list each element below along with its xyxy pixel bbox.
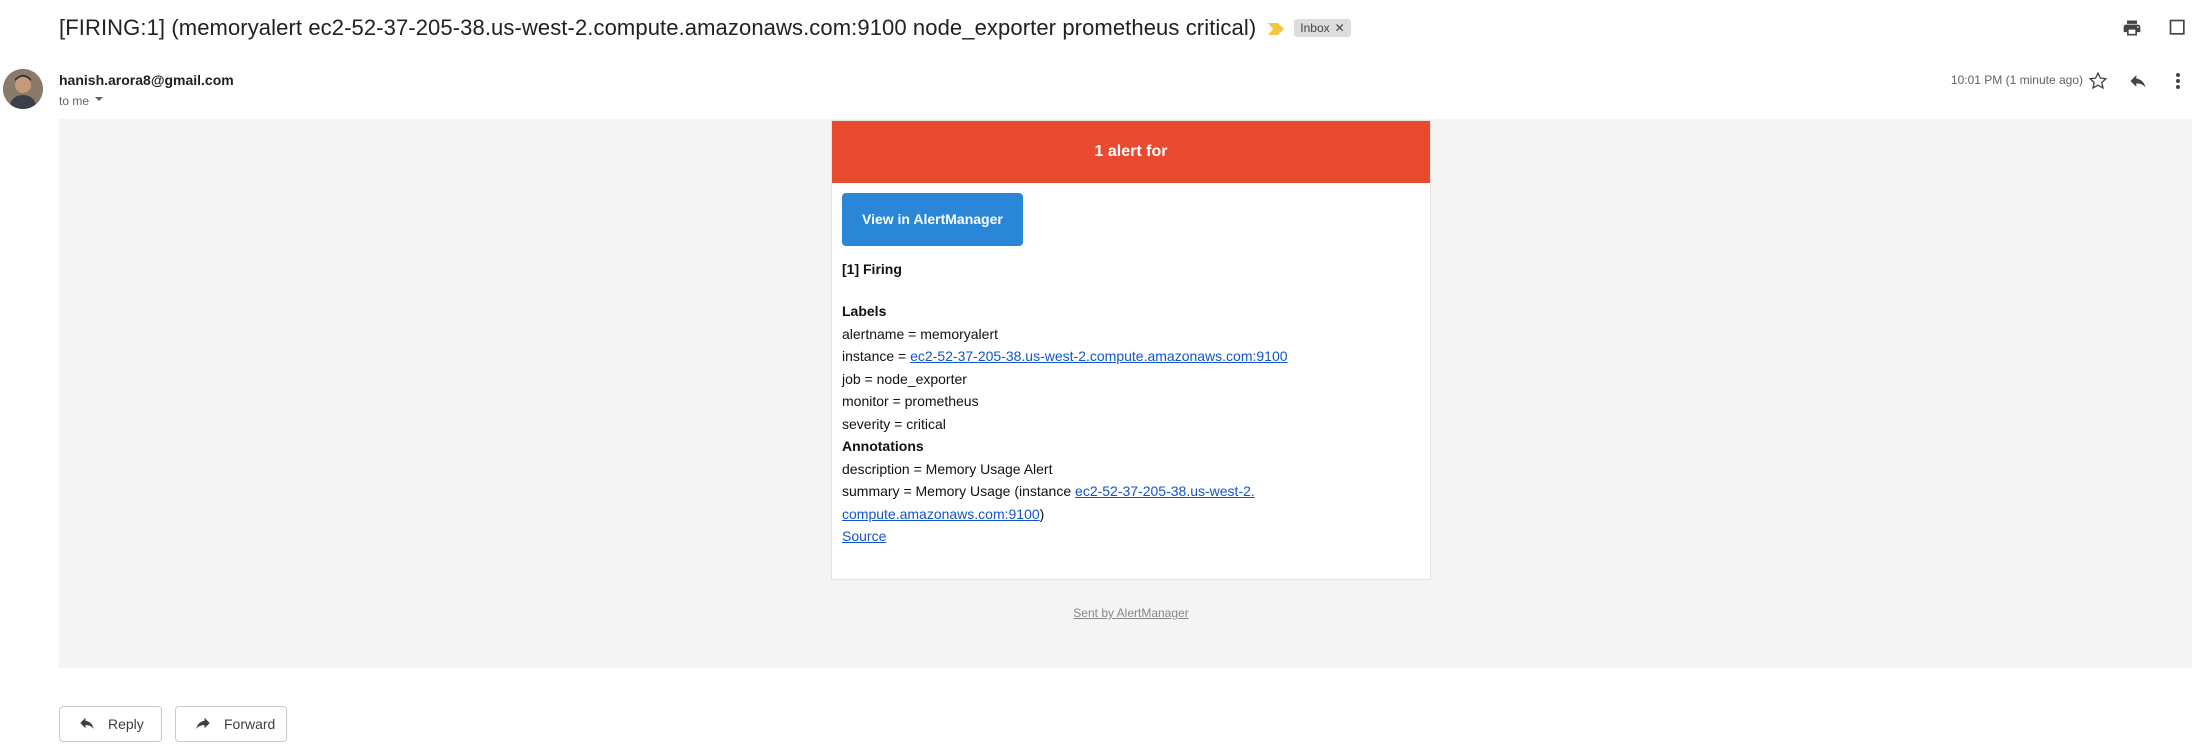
message-actions — [2084, 67, 2192, 95]
annotations-heading: Annotations — [842, 438, 924, 454]
print-icon[interactable] — [2118, 14, 2146, 42]
top-toolbar — [2118, 14, 2192, 42]
star-icon[interactable] — [2084, 67, 2112, 95]
forward-button[interactable]: Forward — [175, 706, 287, 742]
source-link[interactable]: Source — [842, 528, 886, 544]
reply-icon — [78, 714, 96, 735]
inbox-label-text: Inbox — [1300, 21, 1330, 35]
importance-marker-icon[interactable] — [1268, 22, 1285, 35]
more-icon[interactable] — [2164, 67, 2192, 95]
recipient-label: to me — [59, 93, 90, 108]
sent-by-alertmanager-link[interactable]: Sent by AlertManager — [831, 606, 1431, 620]
label-monitor: monitor = prometheus — [842, 393, 979, 409]
annotation-description: description = Memory Usage Alert — [842, 460, 1053, 477]
label-instance-key: instance = — [842, 348, 911, 364]
annotation-summary: summary = Memory Usage (instance ec2-52-… — [842, 480, 1420, 525]
alert-card: 1 alert for View in AlertManager [1] Fir… — [831, 120, 1431, 580]
email-subject: [FIRING:1] (memoryalert ec2-52-37-205-38… — [59, 15, 1257, 40]
reply-button[interactable]: Reply — [59, 706, 162, 742]
remove-label-icon[interactable]: ✕ — [1335, 21, 1345, 35]
firing-heading: [1] Firing — [842, 260, 902, 277]
chevron-down-icon[interactable] — [93, 93, 105, 108]
summary-instance-link-cont[interactable]: compute.amazonaws.com:9100 — [842, 506, 1040, 522]
sender-avatar — [3, 69, 43, 109]
forward-button-label: Forward — [224, 716, 276, 732]
label-severity: severity = critical — [842, 415, 946, 432]
label-instance: instance = ec2-52-37-205-38.us-west-2.co… — [842, 345, 1420, 368]
inbox-label-chip: Inbox ✕ — [1294, 19, 1351, 37]
alert-card-body: View in AlertManager [1] Firing Labels a… — [832, 183, 1430, 558]
open-new-window-icon[interactable] — [2164, 14, 2192, 42]
instance-link[interactable]: ec2-52-37-205-38.us-west-2.compute.amazo… — [910, 348, 1287, 364]
label-job: job = node_exporter — [842, 370, 967, 387]
view-in-alertmanager-button[interactable]: View in AlertManager — [842, 193, 1023, 246]
summary-instance-link[interactable]: ec2-52-37-205-38.us-west-2. — [1075, 483, 1255, 499]
alert-banner: 1 alert for — [832, 121, 1430, 183]
forward-icon — [194, 714, 212, 735]
email-timestamp: 10:01 PM (1 minute ago) — [1950, 73, 2083, 87]
subject-row: [FIRING:1] (memoryalert ec2-52-37-205-38… — [59, 12, 1351, 44]
sender-email: hanish.arora8@gmail.com — [59, 72, 234, 88]
recipient-line[interactable]: to me — [59, 93, 105, 108]
reply-icon[interactable] — [2124, 67, 2152, 95]
email-body: 1 alert for View in AlertManager [1] Fir… — [59, 119, 2192, 668]
summary-prefix: summary = Memory Usage (instance — [842, 483, 1076, 499]
reply-button-label: Reply — [108, 716, 144, 732]
summary-suffix: ) — [1039, 505, 1045, 522]
labels-heading: Labels — [842, 303, 887, 319]
label-alertname: alertname = memoryalert — [842, 325, 999, 342]
